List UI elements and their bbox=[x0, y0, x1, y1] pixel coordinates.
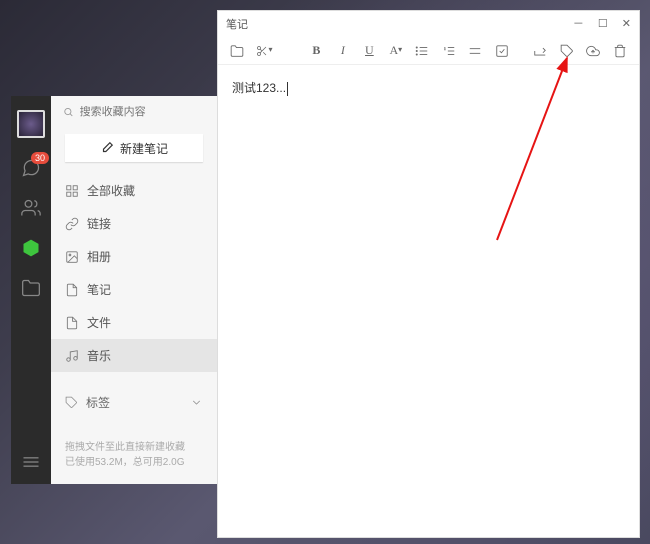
checkbox-icon[interactable] bbox=[495, 43, 509, 59]
new-note-label: 新建笔记 bbox=[120, 140, 168, 157]
tag-icon[interactable] bbox=[560, 43, 574, 59]
note-editor-window: 笔记 － ☐ ✕ ▾ B I U A▾ 测试123... bbox=[217, 10, 640, 538]
folder-icon[interactable] bbox=[21, 278, 41, 298]
avatar[interactable] bbox=[17, 110, 45, 138]
sidebar-panel: 新建笔记 全部收藏 链接 相册 笔记 文件 音乐 标签 bbox=[51, 96, 217, 484]
sidebar-item-links[interactable]: 链接 bbox=[51, 207, 217, 240]
storage-footer: 拖拽文件至此直接新建收藏 已使用53.2M，总可用2.0G bbox=[51, 440, 217, 484]
sidebar-item-label: 相册 bbox=[87, 248, 111, 265]
chat-icon[interactable]: 30 bbox=[21, 158, 41, 178]
new-note-button[interactable]: 新建笔记 bbox=[65, 134, 203, 162]
sidebar-tags[interactable]: 标签 bbox=[51, 384, 217, 421]
chat-badge: 30 bbox=[31, 152, 49, 164]
editor-content[interactable]: 测试123... bbox=[218, 65, 639, 537]
sidebar-item-label: 笔记 bbox=[87, 281, 111, 298]
sidebar-item-label: 链接 bbox=[87, 215, 111, 232]
titlebar: 笔记 － ☐ ✕ bbox=[218, 11, 639, 37]
sidebar-item-albums[interactable]: 相册 bbox=[51, 240, 217, 273]
sidebar-item-label: 文件 bbox=[87, 314, 111, 331]
italic-button[interactable]: I bbox=[336, 43, 350, 59]
bold-button[interactable]: B bbox=[309, 43, 323, 59]
minimize-button[interactable]: － bbox=[573, 19, 584, 30]
underline-button[interactable]: U bbox=[362, 43, 376, 59]
search-input[interactable] bbox=[80, 106, 205, 118]
sidebar-item-all[interactable]: 全部收藏 bbox=[51, 174, 217, 207]
forward-icon[interactable] bbox=[533, 43, 547, 59]
window-title: 笔记 bbox=[226, 16, 248, 32]
folder-open-icon[interactable] bbox=[230, 43, 244, 59]
footer-line1: 拖拽文件至此直接新建收藏 bbox=[65, 440, 203, 455]
tags-label: 标签 bbox=[86, 394, 110, 411]
footer-line2: 已使用53.2M，总可用2.0G bbox=[65, 455, 203, 470]
menu-icon[interactable] bbox=[21, 452, 41, 472]
font-color-button[interactable]: A▾ bbox=[389, 43, 403, 59]
contacts-icon[interactable] bbox=[21, 198, 41, 218]
close-button[interactable]: ✕ bbox=[622, 19, 631, 30]
app-rail: 30 bbox=[11, 96, 51, 484]
numbered-list-icon[interactable] bbox=[442, 43, 456, 59]
chevron-down-icon bbox=[190, 396, 203, 409]
bullet-list-icon[interactable] bbox=[415, 43, 429, 59]
delete-icon[interactable] bbox=[612, 43, 626, 59]
search-row[interactable] bbox=[51, 96, 217, 128]
divider-icon[interactable] bbox=[468, 43, 482, 59]
cloud-sync-icon[interactable] bbox=[586, 43, 600, 59]
text-cursor bbox=[287, 82, 288, 96]
sidebar-item-label: 全部收藏 bbox=[87, 182, 135, 199]
sidebar-item-music[interactable]: 音乐 bbox=[51, 339, 217, 372]
editor-toolbar: ▾ B I U A▾ bbox=[218, 37, 639, 65]
collection-icon[interactable] bbox=[21, 238, 41, 258]
sidebar-item-label: 音乐 bbox=[87, 347, 111, 364]
scissors-icon[interactable]: ▾ bbox=[256, 43, 272, 59]
sidebar-item-notes[interactable]: 笔记 bbox=[51, 273, 217, 306]
note-text: 测试123... bbox=[232, 81, 286, 95]
sidebar-item-files[interactable]: 文件 bbox=[51, 306, 217, 339]
maximize-button[interactable]: ☐ bbox=[598, 19, 608, 30]
